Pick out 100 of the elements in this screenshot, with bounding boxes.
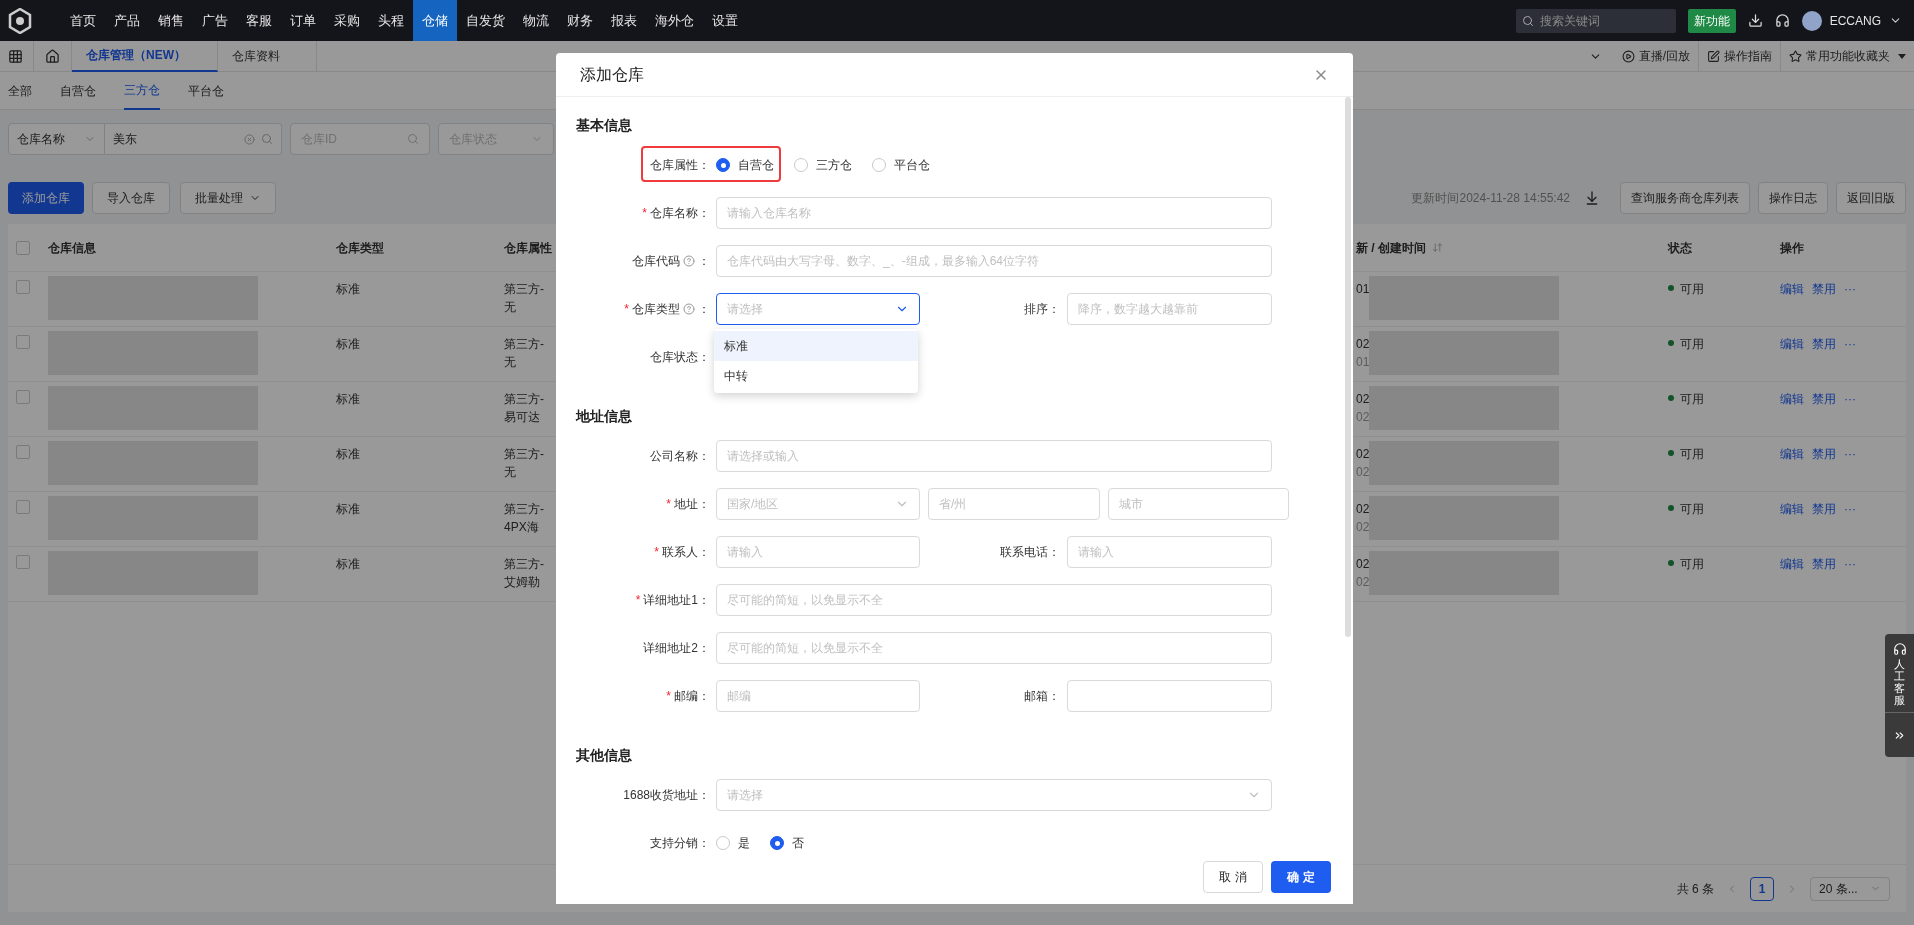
field-select[interactable]: 仓库名称 (8, 123, 105, 155)
checkbox[interactable] (16, 555, 30, 569)
row-action-link[interactable]: 编辑 (1780, 445, 1804, 463)
row-action-link[interactable]: ··· (1844, 445, 1856, 463)
home-icon[interactable] (45, 48, 60, 64)
table-cell-text: 第三方- (504, 336, 544, 353)
filter-tab[interactable]: 全部 (8, 71, 32, 110)
row-action-link[interactable]: 禁用 (1812, 390, 1836, 408)
row-action-link[interactable]: 禁用 (1812, 445, 1836, 463)
text-field[interactable]: 请输入 (1067, 536, 1272, 568)
row-action-link[interactable]: 编辑 (1780, 555, 1804, 573)
row-action-link[interactable]: ··· (1844, 390, 1856, 408)
nav-item[interactable]: 财务 (558, 0, 602, 41)
row-action-link[interactable]: ··· (1844, 500, 1856, 518)
cancel-button[interactable]: 取 消 (1203, 861, 1263, 893)
row-action-link[interactable]: ··· (1844, 335, 1856, 353)
download-icon[interactable] (1747, 13, 1763, 28)
text-field[interactable]: 降序，数字越大越靠前 (1067, 293, 1272, 325)
radio-button[interactable] (770, 836, 784, 850)
row-action-link[interactable]: ··· (1844, 280, 1856, 298)
checkbox[interactable] (16, 335, 30, 349)
required-mark: * (642, 205, 647, 222)
text-field[interactable]: 尽可能的简短，以免显示不全 (716, 584, 1272, 616)
field-label: 仓库属性： (650, 157, 710, 174)
radio-button[interactable] (794, 158, 808, 172)
text-field[interactable]: 仓库代码由大写字母、数字、_、-组成，最多输入64位字符 (716, 245, 1272, 277)
nav-item[interactable]: 广告 (193, 0, 237, 41)
row-action-link[interactable]: 编辑 (1780, 390, 1804, 408)
checkbox[interactable] (16, 280, 30, 294)
toolbar-link[interactable]: 常用功能收藏夹 (1806, 47, 1890, 65)
text-field[interactable]: 尽可能的简短，以免显示不全 (716, 632, 1272, 664)
nav-item[interactable]: 物流 (514, 0, 558, 41)
filter-tab[interactable]: 平台仓 (188, 71, 224, 110)
text-field[interactable]: 城市 (1108, 488, 1289, 520)
filter-tab[interactable]: 自营仓 (60, 71, 96, 110)
keyword-field[interactable]: 美东 (105, 123, 282, 155)
text-field[interactable]: 邮编 (716, 680, 920, 712)
required-mark: * (624, 301, 629, 318)
nav-item[interactable]: 首页 (61, 0, 105, 41)
new-feature-button[interactable]: 新功能 (1687, 8, 1736, 33)
confirm-button[interactable]: 确 定 (1271, 861, 1331, 893)
field-label: 仓库代码 (632, 253, 680, 270)
nav-item[interactable]: 订单 (281, 0, 325, 41)
headset-icon[interactable] (1774, 13, 1790, 28)
add-button[interactable]: 添加仓库 (8, 182, 84, 214)
row-action-link[interactable]: 禁用 (1812, 335, 1836, 353)
apps-grid-icon[interactable] (8, 48, 23, 64)
nav-item[interactable]: 仓储 (413, 0, 457, 41)
status-text: 可用 (1680, 556, 1704, 573)
clear-icon[interactable] (244, 133, 255, 145)
toolbar-button[interactable]: 查询服务商仓库列表 (1620, 182, 1750, 214)
text-field[interactable]: 省/州 (928, 488, 1100, 520)
nav-item[interactable]: 海外仓 (646, 0, 703, 41)
page-size-select[interactable]: 20 条... (1810, 876, 1890, 901)
text-field[interactable]: 请选择或输入 (716, 440, 1272, 472)
toolbar-button[interactable]: 返回旧版 (1836, 182, 1906, 214)
text-field[interactable]: 请输入 (716, 536, 920, 568)
table-cell-text: 02 (1356, 464, 1370, 481)
sort-icon[interactable] (1432, 242, 1443, 253)
nav-item[interactable]: 产品 (105, 0, 149, 41)
radio-button[interactable] (872, 158, 886, 172)
batch-button[interactable]: 批量处理 (180, 182, 276, 214)
row-action-link[interactable]: 编辑 (1780, 500, 1804, 518)
search-field[interactable]: 搜索关键词 (1515, 8, 1676, 33)
nav-item[interactable]: 客服 (237, 0, 281, 41)
row-action-link[interactable]: 编辑 (1780, 280, 1804, 298)
radio-button[interactable] (716, 836, 730, 850)
row-action-link[interactable]: 禁用 (1812, 280, 1836, 298)
field-label: 邮箱： (1024, 688, 1060, 705)
dropdown-option[interactable]: 标准 (714, 331, 918, 361)
nav-item[interactable]: 头程 (369, 0, 413, 41)
page-number[interactable]: 1 (1750, 876, 1774, 901)
text-field[interactable] (1067, 680, 1272, 712)
nav-item[interactable]: 自发货 (457, 0, 514, 41)
nav-item[interactable]: 销售 (149, 0, 193, 41)
checkbox[interactable] (16, 390, 30, 404)
checkbox[interactable] (16, 240, 30, 255)
user-name[interactable]: ECCANG (1829, 11, 1881, 30)
row-action-link[interactable]: 禁用 (1812, 555, 1836, 573)
toolbar-button[interactable]: 操作日志 (1758, 182, 1828, 214)
radio-button[interactable] (716, 158, 730, 172)
nav-item[interactable]: 设置 (703, 0, 747, 41)
text-field[interactable]: 请输入仓库名称 (716, 197, 1272, 229)
customer-service-tab[interactable]: 人工客服 (1885, 634, 1914, 757)
row-action-link[interactable]: 编辑 (1780, 335, 1804, 353)
search-icon (261, 133, 273, 145)
toolbar-link[interactable]: 操作指南 (1724, 47, 1772, 65)
total-count: 共 6 条 (1676, 880, 1714, 898)
toolbar-link[interactable]: 直播/回放 (1638, 47, 1690, 65)
table-cell-text: 无 (504, 299, 516, 316)
row-action-link[interactable]: 禁用 (1812, 500, 1836, 518)
dropdown-option[interactable]: 中转 (714, 361, 918, 391)
checkbox[interactable] (16, 500, 30, 514)
row-action-link[interactable]: ··· (1844, 555, 1856, 573)
checkbox[interactable] (16, 445, 30, 459)
required-mark: * (635, 592, 641, 609)
import-button[interactable]: 导入仓库 (92, 182, 170, 214)
nav-item[interactable]: 报表 (602, 0, 646, 41)
nav-item[interactable]: 采购 (325, 0, 369, 41)
radio-label: 否 (792, 835, 804, 850)
